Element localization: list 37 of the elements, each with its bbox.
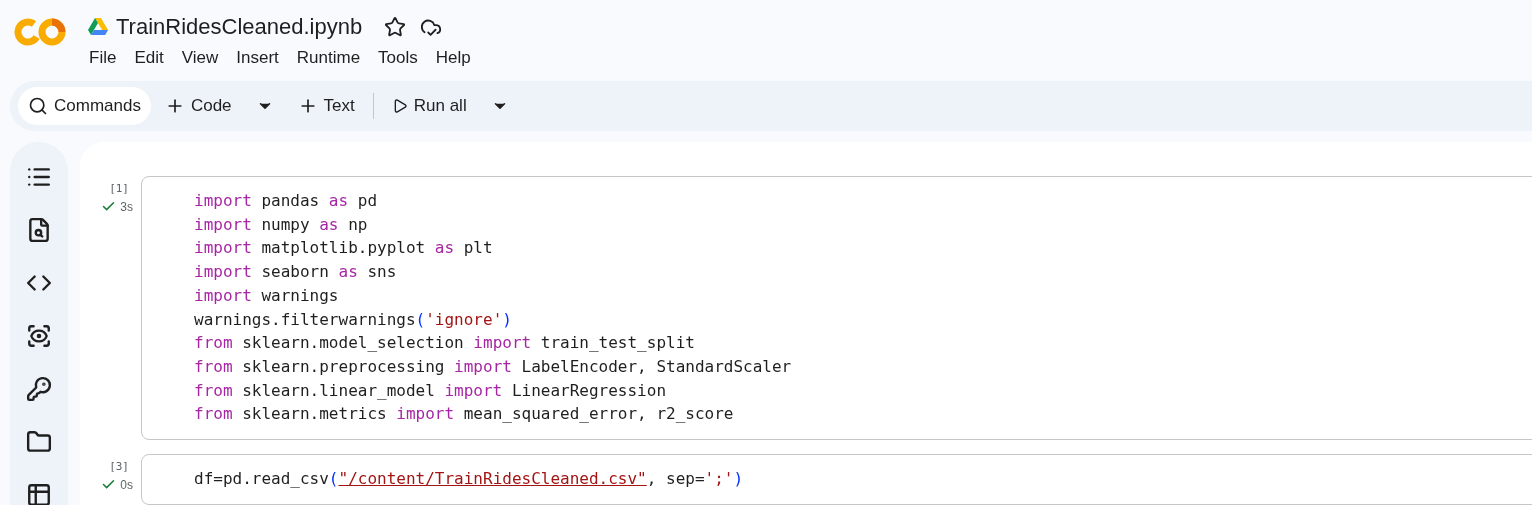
run-time: 0s [120,477,133,492]
add-button[interactable]: Text [287,87,365,125]
search-icon [28,96,48,116]
code-line: from sklearn.preprocessing import LabelEncoder, StandardScaler [194,355,793,378]
code-line: from sklearn.linear_model import LinearRegression [194,379,667,402]
code-cell[interactable]: df=pd.read_csv("/content/TrainRidesCleaned.csv", sep=';') [141,454,1532,505]
run-all-button[interactable]: Run all [381,87,477,125]
code-line: import matplotlib.pyplot as plt [194,237,494,260]
notebook-title[interactable]: TrainRidesCleaned.ipynb [116,14,363,40]
code-cell[interactable] [141,176,1532,441]
run-time: 3s [120,199,133,214]
menu-item[interactable]: Runtime [289,46,368,70]
drive-icon [88,18,108,36]
execution-count: [3] [109,460,129,474]
menu-item[interactable]: View [174,46,226,70]
code-line: import seaborn as sns [194,261,398,284]
menu-item[interactable]: Edit [127,46,171,70]
table-icon[interactable] [26,482,52,505]
code-line: import warnings [194,284,340,307]
commands-button[interactable]: Commands [18,87,151,125]
add-button[interactable]: Code [154,87,242,125]
code-line: import pandas as pd [194,190,379,212]
execution-count: [1] [109,182,129,195]
star-icon[interactable] [384,16,407,38]
code-line: from sklearn.model_selection import train_test_split [194,332,696,355]
code-line: from sklearn.metrics import mean_squared_error, r2_score [194,403,735,426]
key-icon[interactable] [26,376,52,402]
find-file-icon[interactable] [26,217,52,243]
menu-item[interactable]: File [82,46,124,70]
eye-scan-icon[interactable] [26,323,52,349]
menu-item[interactable]: Help [428,46,478,70]
menu-item[interactable]: Tools [371,46,425,70]
code-line: df=pd.read_csv("/content/TrainRidesCleaned.csv", sep=';') [194,468,745,491]
menu-item[interactable]: Insert [229,46,286,70]
folder-icon[interactable] [26,429,52,455]
code-line: import numpy as np [194,213,369,236]
code-line: warnings.filterwarnings('ignore') [194,308,513,331]
